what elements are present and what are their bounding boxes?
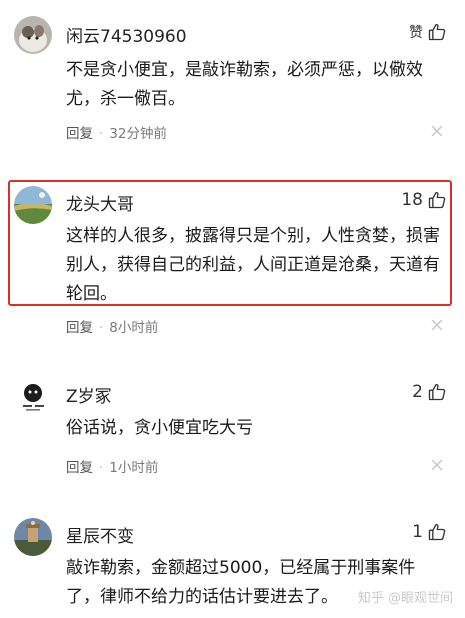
comment-time: 32分钟前 [109,126,167,142]
comment-username[interactable]: 星辰不变 [66,522,134,547]
like-button[interactable]: 赞 [409,22,447,42]
reply-button[interactable]: 回复 [66,460,93,476]
comment-text: 这样的人很多，披露得只是个别，人性贪婪，损害别人，获得自己的利益，人间正道是沧桑… [66,226,440,304]
comment-time: 8小时前 [109,320,159,336]
close-icon[interactable] [431,459,443,471]
separator-dot: · [99,320,104,336]
comment-text: 俗话说，贪小便宜吃大亏 [66,418,253,438]
like-count: 2 [412,382,423,402]
like-button[interactable]: 1 [412,522,447,542]
comment-time: 1小时前 [109,460,159,476]
avatar[interactable] [14,16,52,54]
comment-username[interactable]: 龙头大哥 [66,190,134,215]
comment-meta: 回复 · 1小时前 [66,456,158,476]
reply-button[interactable]: 回复 [66,126,93,142]
comment-username[interactable]: 闲云74530960 [66,22,187,47]
thumbs-up-icon [428,23,446,41]
thumbs-up-icon [428,191,446,209]
like-count: 赞 [409,25,423,41]
avatar[interactable] [14,518,52,556]
like-count: 1 [412,522,423,542]
comment-username[interactable]: Z岁冢 [66,382,112,407]
separator-dot: · [99,460,104,476]
watermark: 知乎 @眼观世间 [358,587,453,606]
like-count: 18 [401,190,423,210]
comment-meta: 回复 · 32分钟前 [66,122,167,142]
comment-text: 不是贪小便宜，是敲诈勒索，必须严惩，以儆效尤，杀一儆百。 [66,60,423,109]
like-button[interactable]: 2 [412,382,447,402]
avatar[interactable] [14,378,52,416]
reply-button[interactable]: 回复 [66,320,93,336]
like-button[interactable]: 18 [401,190,447,210]
separator-dot: · [99,126,104,142]
close-icon[interactable] [431,319,443,331]
avatar[interactable] [14,186,52,224]
thumbs-up-icon [428,383,446,401]
thumbs-up-icon [428,523,446,541]
close-icon[interactable] [431,125,443,137]
comment-meta: 回复 · 8小时前 [66,316,158,336]
watermark-text: 知乎 @眼观世间 [357,591,453,606]
